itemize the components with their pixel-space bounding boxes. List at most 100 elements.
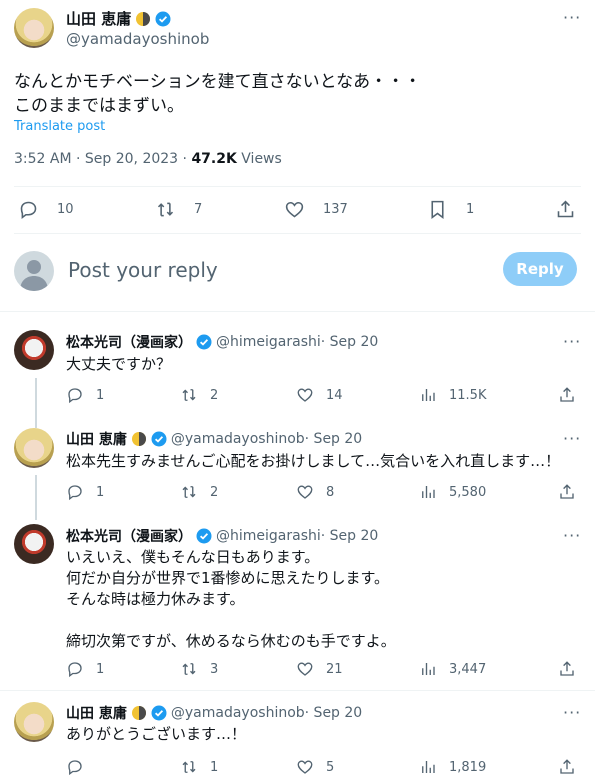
reply-text: ありがとうございます…！ bbox=[66, 725, 247, 743]
views-action[interactable]: 1,819 bbox=[419, 758, 486, 776]
views-count: 5,580 bbox=[449, 484, 487, 500]
verified-badge-icon bbox=[155, 11, 171, 26]
share-action[interactable] bbox=[558, 758, 576, 776]
share-action[interactable] bbox=[558, 386, 576, 404]
repost-icon bbox=[157, 202, 174, 217]
like-count: 14 bbox=[326, 387, 343, 403]
share-icon bbox=[560, 759, 574, 774]
repost-action[interactable]: 2 bbox=[180, 386, 218, 404]
reply-author-name[interactable]: 松本光司（漫画家） bbox=[66, 332, 192, 352]
analytics-icon bbox=[422, 486, 435, 498]
reply-date[interactable]: · Sep 20 bbox=[321, 528, 379, 544]
reply-action[interactable]: 1 bbox=[66, 660, 104, 678]
translate-post-link[interactable]: Translate post bbox=[14, 119, 105, 134]
share-action[interactable] bbox=[558, 483, 576, 501]
reply-input[interactable]: Post your reply bbox=[68, 258, 218, 282]
reply-action[interactable]: 1 bbox=[66, 386, 104, 404]
views-count: 1,819 bbox=[449, 759, 487, 775]
half-moon-icon bbox=[136, 11, 151, 26]
reply-icon bbox=[68, 760, 82, 776]
views-action[interactable]: 5,580 bbox=[419, 483, 486, 501]
repost-action[interactable]: 1 bbox=[180, 758, 218, 776]
views-action[interactable]: 11.5K bbox=[419, 386, 486, 404]
half-moon-icon bbox=[131, 706, 146, 720]
like-action[interactable]: 137 bbox=[284, 199, 348, 220]
author-name[interactable]: 山田 恵庸 bbox=[66, 8, 131, 29]
reply-avatar[interactable] bbox=[14, 702, 54, 742]
like-action[interactable]: 14 bbox=[296, 386, 343, 404]
divider bbox=[0, 311, 595, 312]
like-action[interactable]: 5 bbox=[296, 758, 334, 776]
verified-badge-icon bbox=[196, 334, 212, 350]
reply-text: 大丈夫ですか？ bbox=[66, 355, 172, 373]
views-label: Views bbox=[236, 151, 282, 167]
reply-avatar[interactable] bbox=[14, 428, 54, 468]
share-action[interactable] bbox=[558, 660, 576, 678]
heart-icon bbox=[297, 760, 313, 774]
heart-icon bbox=[297, 485, 313, 499]
author-avatar[interactable] bbox=[14, 8, 54, 48]
repost-action[interactable]: 7 bbox=[155, 199, 202, 220]
reply-count: 1 bbox=[96, 661, 105, 677]
more-options-icon[interactable]: ··· bbox=[563, 429, 581, 448]
more-options-icon[interactable]: ··· bbox=[563, 8, 581, 27]
reply-button[interactable]: Reply bbox=[503, 252, 577, 286]
share-icon bbox=[557, 200, 574, 218]
reply-handle[interactable]: @yamadayoshinob bbox=[171, 705, 305, 721]
heart-icon bbox=[297, 388, 313, 402]
repost-icon bbox=[182, 663, 196, 675]
reply-handle[interactable]: @himeigarashi bbox=[216, 528, 321, 544]
bookmark-icon bbox=[431, 200, 444, 219]
reply-text: 松本先生すみませんご心配をお掛けしまして…気合いを入れ直します…！ bbox=[66, 452, 561, 470]
author-handle[interactable]: @yamadayoshinob bbox=[66, 30, 209, 48]
repost-action[interactable]: 2 bbox=[180, 483, 218, 501]
reply-header: 松本光司（漫画家） @himeigarashi · Sep 20 bbox=[66, 526, 378, 546]
reply-avatar[interactable] bbox=[14, 524, 54, 564]
reply-count: 1 bbox=[96, 484, 105, 500]
repost-icon bbox=[182, 389, 196, 401]
share-action[interactable] bbox=[555, 199, 576, 220]
like-action[interactable]: 21 bbox=[296, 660, 343, 678]
repost-icon bbox=[182, 486, 196, 498]
reply-handle[interactable]: @yamadayoshinob bbox=[171, 431, 305, 447]
reply-avatar[interactable] bbox=[14, 330, 54, 370]
reply-action[interactable]: 1 bbox=[66, 483, 104, 501]
divider bbox=[14, 186, 581, 187]
share-icon bbox=[560, 661, 574, 676]
reply-icon bbox=[68, 485, 82, 501]
verified-badge-icon bbox=[151, 431, 167, 447]
analytics-icon bbox=[422, 663, 435, 675]
repost-action[interactable]: 3 bbox=[180, 660, 218, 678]
heart-icon bbox=[297, 662, 313, 676]
reply-date[interactable]: · Sep 20 bbox=[305, 431, 363, 447]
verified-badge-icon bbox=[196, 528, 212, 544]
reply-header: 山田 恵庸 @yamadayoshinob · Sep 20 bbox=[66, 429, 362, 449]
bookmark-action[interactable]: 1 bbox=[427, 199, 474, 220]
more-options-icon[interactable]: ··· bbox=[563, 332, 581, 351]
reply-date[interactable]: · Sep 20 bbox=[321, 334, 379, 350]
reply-action[interactable] bbox=[66, 758, 96, 776]
repost-count: 2 bbox=[210, 387, 219, 403]
repost-count: 3 bbox=[210, 661, 219, 677]
more-options-icon[interactable]: ··· bbox=[563, 703, 581, 722]
reply-count: 10 bbox=[57, 202, 74, 217]
reply-author-name[interactable]: 山田 恵庸 bbox=[66, 703, 127, 723]
reply-icon bbox=[20, 201, 37, 219]
user-avatar[interactable] bbox=[14, 251, 54, 291]
like-count: 5 bbox=[326, 759, 335, 775]
share-icon bbox=[560, 387, 574, 402]
post-timestamp[interactable]: 3:52 AM · Sep 20, 2023 · bbox=[14, 151, 191, 167]
analytics-icon bbox=[422, 389, 435, 401]
like-action[interactable]: 8 bbox=[296, 483, 334, 501]
reply-date[interactable]: · Sep 20 bbox=[305, 705, 363, 721]
reply-handle[interactable]: @himeigarashi bbox=[216, 334, 321, 350]
post-meta: 3:52 AM · Sep 20, 2023 · 47.2K Views bbox=[14, 151, 282, 167]
share-icon bbox=[560, 484, 574, 499]
reply-author-name[interactable]: 山田 恵庸 bbox=[66, 429, 127, 449]
divider bbox=[0, 690, 595, 691]
reply-action[interactable]: 10 bbox=[18, 199, 74, 220]
views-action[interactable]: 3,447 bbox=[419, 660, 486, 678]
default-avatar-icon bbox=[20, 260, 48, 291]
reply-author-name[interactable]: 松本光司（漫画家） bbox=[66, 526, 192, 546]
more-options-icon[interactable]: ··· bbox=[563, 526, 581, 545]
